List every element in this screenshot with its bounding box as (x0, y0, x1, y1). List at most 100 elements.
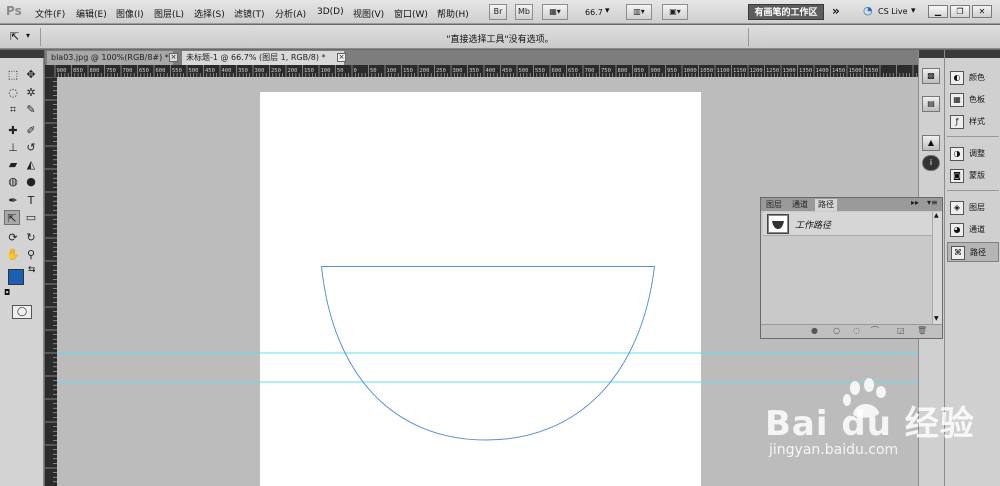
workspace-switcher[interactable]: 有画笔的工作区 (748, 4, 824, 20)
tab-untitled-1[interactable]: 未标题-1 @ 66.7% (图层 1, RGB/8) * (182, 51, 344, 65)
cs-live-button[interactable]: CS Live (878, 7, 908, 16)
view-extras-icon: ▦▾ (549, 7, 561, 16)
zoom-level[interactable]: 66.7 (585, 8, 603, 17)
ruler-tick-label: 450 (205, 68, 215, 74)
info-panel-icon[interactable]: i (922, 155, 940, 171)
ruler-ticks: 900 850 800 750 700 650 600 550 500 450 400 350 300 2… (54, 65, 917, 77)
eyedropper-tool-icon[interactable]: ✎ (23, 102, 39, 117)
ruler-tick-label: 400 (222, 68, 232, 74)
zoom-dropdown-icon[interactable]: ▾ (605, 6, 610, 16)
panel-menu-icon[interactable]: ▾≡ (927, 198, 938, 207)
ruler-tick-label: 1050 (700, 68, 713, 74)
panel-masks[interactable]: ◙ 蒙版 (947, 166, 999, 186)
menu-help[interactable]: 帮助(H) (437, 7, 469, 20)
panel-strip-header[interactable] (919, 50, 944, 58)
delete-path-icon[interactable]: 🗑 (917, 327, 927, 335)
navigator-panel-icon[interactable]: ▲ (922, 135, 940, 151)
panel-color[interactable]: ◐ 颜色 (947, 68, 999, 88)
new-path-icon[interactable]: ◲ (897, 327, 905, 335)
menu-select[interactable]: 选择(S) (194, 7, 225, 20)
path-row-work-path[interactable]: 工作路径 (763, 212, 933, 236)
zoom-tool-icon[interactable]: ⚲ (23, 247, 39, 262)
close-tab-icon[interactable]: × (169, 53, 178, 62)
stroke-path-icon[interactable]: ○ (833, 327, 841, 335)
menu-file[interactable]: 文件(F) (35, 7, 65, 20)
brush-tool-icon[interactable]: ✐ (23, 123, 39, 138)
move-tool-icon[interactable]: ✥ (23, 67, 39, 82)
blur-tool-icon[interactable]: ◍ (5, 174, 21, 189)
marquee-tool-icon[interactable]: ⬚ (5, 67, 21, 82)
paths-panel-tabs: 图层 通道 路径 ▸▸ ▾≡ (761, 198, 942, 211)
photoshop-logo: Ps (6, 4, 22, 18)
hand-tool-icon[interactable]: ✋ (5, 247, 21, 262)
dodge-tool-icon[interactable]: ● (23, 174, 39, 189)
view-extras-dropdown[interactable]: ▦▾ (542, 4, 568, 20)
panel-styles[interactable]: ƒ 样式 (947, 112, 999, 132)
make-work-path-icon[interactable]: ⌒ (871, 327, 885, 335)
restore-button[interactable]: ❐ (950, 5, 970, 18)
panel-adjustments[interactable]: ◑ 调整 (947, 144, 999, 164)
3d-rotate-tool-icon[interactable]: ⟳ (5, 230, 21, 245)
3d-orbit-tool-icon[interactable]: ↻ (23, 230, 39, 245)
lasso-tool-icon[interactable]: ◌ (5, 85, 21, 100)
menu-view[interactable]: 视图(V) (353, 7, 384, 20)
panel-layers[interactable]: ◈ 图层 (947, 198, 999, 218)
panel-paths[interactable]: ⌘ 路径 (947, 242, 999, 262)
menu-3d[interactable]: 3D(D) (317, 7, 344, 17)
swap-colors-icon[interactable]: ⇆ (28, 265, 36, 275)
menu-edit[interactable]: 编辑(E) (76, 7, 107, 20)
fill-path-icon[interactable]: ● (811, 327, 819, 335)
screen-mode-dropdown[interactable]: ▣▾ (662, 4, 688, 20)
type-tool-icon[interactable]: T (23, 193, 39, 208)
menu-analysis[interactable]: 分析(A) (275, 7, 306, 20)
default-colors-icon[interactable]: ◘ (4, 288, 10, 297)
shape-tool-icon[interactable]: ▭ (23, 210, 39, 225)
tab-label: 未标题-1 @ 66.7% (图层 1, RGB/8) * (186, 53, 326, 62)
pen-tool-icon[interactable]: ✒ (5, 193, 21, 208)
foreground-color-swatch[interactable] (8, 269, 24, 285)
docked-panels-header[interactable] (945, 50, 1000, 58)
menu-image[interactable]: 图像(I) (116, 7, 144, 20)
menu-layer[interactable]: 图层(L) (154, 7, 184, 20)
clone-stamp-tool-icon[interactable]: ⊥ (5, 140, 21, 155)
paint-bucket-tool-icon[interactable]: ◭ (23, 157, 39, 172)
collapse-panel-icon[interactable]: ▸▸ (911, 198, 919, 207)
cs-live-dropdown-icon[interactable]: ▾ (911, 6, 916, 16)
eraser-tool-icon[interactable]: ▰ (5, 157, 21, 172)
horizontal-ruler[interactable]: 900 850 800 750 700 650 600 550 500 450 400 350 300 2… (45, 65, 918, 77)
bridge-button[interactable]: Br (489, 4, 507, 20)
brush-panel-icon[interactable]: ▩ (922, 68, 940, 84)
load-as-selection-icon[interactable]: ◌ (853, 327, 861, 335)
panel-channels[interactable]: ◕ 通道 (947, 220, 999, 240)
magic-wand-tool-icon[interactable]: ✲ (23, 85, 39, 100)
direct-selection-tool-icon[interactable]: ⇱ (4, 210, 20, 225)
mini-bridge-button[interactable]: Mb (515, 4, 533, 20)
crop-tool-icon[interactable]: ⌗ (5, 102, 21, 117)
ruler-tick-label: 300 (255, 68, 265, 74)
tab-channels[interactable]: 通道 (789, 199, 811, 211)
paths-scrollbar[interactable]: ▲ ▼ (932, 212, 942, 324)
paths-icon: ⌘ (951, 246, 965, 260)
ruler-tick-label: 100 (321, 68, 331, 74)
clone-source-panel-icon[interactable]: ▤ (922, 96, 940, 112)
scroll-down-icon[interactable]: ▼ (934, 315, 939, 322)
scroll-up-icon[interactable]: ▲ (934, 212, 939, 219)
tab-paths[interactable]: 路径 (815, 199, 837, 211)
close-button[interactable]: ✕ (972, 5, 992, 18)
panel-swatches[interactable]: ▦ 色板 (947, 90, 999, 110)
tools-panel-header[interactable] (0, 50, 44, 58)
quick-mask-button[interactable]: ◯ (12, 305, 32, 319)
arrange-documents-dropdown[interactable]: ▥▾ (626, 4, 652, 20)
vertical-ruler[interactable] (45, 77, 57, 486)
tab-bla03[interactable]: bla03.jpg @ 100%(RGB/8#) * (47, 51, 173, 65)
more-workspaces-icon[interactable]: » (832, 4, 840, 18)
close-tab-icon[interactable]: × (337, 53, 346, 62)
menu-window[interactable]: 窗口(W) (394, 7, 428, 20)
minimize-button[interactable]: ▁ (928, 5, 948, 18)
healing-brush-tool-icon[interactable]: ✚ (5, 123, 21, 138)
tab-layers[interactable]: 图层 (763, 199, 785, 211)
ruler-tick-label: 950 (667, 68, 677, 74)
history-brush-tool-icon[interactable]: ↺ (23, 140, 39, 155)
menu-filter[interactable]: 滤镜(T) (234, 7, 265, 20)
ruler-tick-label: 250 (436, 68, 446, 74)
